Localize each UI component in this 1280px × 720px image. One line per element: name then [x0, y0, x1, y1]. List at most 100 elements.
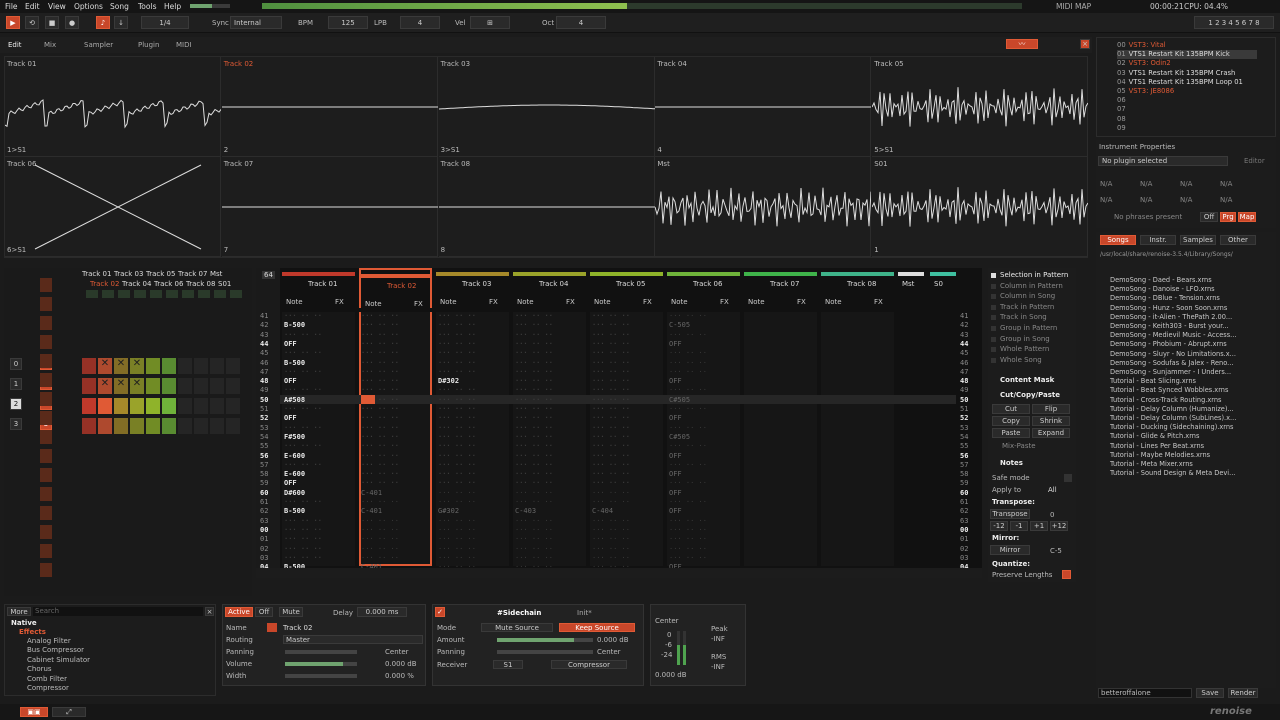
- note-cell[interactable]: OFF: [284, 377, 297, 385]
- file-item[interactable]: Tutorial - Beat Synced Wobbles.xrns: [1110, 386, 1228, 395]
- note-cell[interactable]: ··· ·· ··: [515, 452, 553, 460]
- pattern-track-header-6[interactable]: Track 06 Note FX: [667, 268, 740, 308]
- preserve-lengths-checkbox[interactable]: [1062, 570, 1071, 579]
- note-cell[interactable]: ··· ·· ··: [438, 359, 476, 367]
- matrix-slot[interactable]: [130, 398, 144, 414]
- file-item[interactable]: DemoSong - DBlue - Tension.xrns: [1110, 294, 1220, 303]
- transpose-button[interactable]: Transpose: [990, 509, 1030, 519]
- instrument-row[interactable]: 03 VTS1 Restart Kit 135BPM Crash: [1117, 69, 1257, 78]
- note-cell[interactable]: OFF: [669, 377, 682, 385]
- matrix-slot[interactable]: [226, 398, 240, 414]
- browser-tab-instr[interactable]: Instr.: [1140, 235, 1176, 245]
- status-toggle[interactable]: ▣▣: [20, 707, 48, 717]
- note-cell[interactable]: ··· ·· ··: [515, 442, 553, 450]
- pattern-column-7[interactable]: [744, 312, 817, 566]
- note-cell[interactable]: ··· ·· ··: [361, 377, 399, 385]
- matrix-slot[interactable]: [146, 418, 160, 434]
- selection-scope-option[interactable]: Track in Song: [1000, 313, 1047, 321]
- file-item[interactable]: Tutorial - Delay Column (SubLines).x...: [1110, 414, 1236, 423]
- note-cell[interactable]: ··· ·· ··: [438, 554, 476, 562]
- render-button[interactable]: Render: [1228, 688, 1258, 698]
- matrix-slot[interactable]: [210, 358, 224, 374]
- note-cell[interactable]: ··· ·· ··: [515, 545, 553, 553]
- matrix-slot[interactable]: [178, 358, 192, 374]
- selection-scope-option[interactable]: Whole Song: [1000, 356, 1042, 364]
- cut-button[interactable]: Cut: [992, 404, 1030, 414]
- note-cell[interactable]: ··· ·· ··: [592, 433, 630, 441]
- matrix-slot[interactable]: [194, 398, 208, 414]
- note-cell[interactable]: ··· ·· ··: [592, 545, 630, 553]
- mirror-button[interactable]: Mirror: [990, 545, 1030, 555]
- note-cell[interactable]: ··· ·· ··: [361, 442, 399, 450]
- note-cell[interactable]: ··· ·· ··: [592, 368, 630, 376]
- note-cell[interactable]: OFF: [669, 340, 682, 348]
- note-cell[interactable]: ··· ·· ··: [592, 498, 630, 506]
- note-cell[interactable]: ··· ·· ··: [669, 312, 707, 320]
- matrix-slot[interactable]: [98, 418, 112, 434]
- matrix-slot[interactable]: [226, 378, 240, 394]
- note-cell[interactable]: ··· ·· ··: [284, 526, 322, 534]
- master-volume-slider[interactable]: [190, 4, 230, 8]
- scope-4[interactable]: Track 04 4: [655, 57, 872, 157]
- note-cell[interactable]: ··· ·· ··: [515, 489, 553, 497]
- note-cell[interactable]: ··· ·· ··: [361, 452, 399, 460]
- matrix-slot[interactable]: [226, 418, 240, 434]
- matrix-slot[interactable]: ✕: [114, 378, 128, 394]
- note-cell[interactable]: ··· ·· ··: [592, 396, 630, 404]
- note-cell[interactable]: ··· ·· ··: [592, 517, 630, 525]
- note-cell[interactable]: OFF: [669, 470, 682, 478]
- note-cell[interactable]: C-404: [592, 507, 613, 515]
- matrix-slot[interactable]: ✕: [130, 358, 144, 374]
- layout-presets[interactable]: 1 2 3 4 5 6 7 8: [1194, 16, 1274, 29]
- matrix-slot[interactable]: [162, 418, 176, 434]
- matrix-slot[interactable]: [226, 358, 240, 374]
- close-icon[interactable]: ×: [1080, 39, 1090, 49]
- phrases-map-button[interactable]: Map: [1238, 212, 1256, 222]
- matrix-slot[interactable]: [146, 378, 160, 394]
- sequence-slot[interactable]: 0: [10, 358, 22, 370]
- note-cell[interactable]: ··· ·· ··: [361, 461, 399, 469]
- note-cell[interactable]: ··· ·· ··: [284, 535, 322, 543]
- file-item[interactable]: Tutorial - Ducking (Sidechaining).xrns: [1110, 423, 1233, 432]
- track-name-value[interactable]: Track 02: [283, 624, 312, 632]
- note-cell[interactable]: ··· ·· ··: [361, 554, 399, 562]
- tab-plugin[interactable]: Plugin: [138, 39, 159, 51]
- note-cell[interactable]: ··· ·· ··: [669, 526, 707, 534]
- note-cell[interactable]: ··· ·· ··: [515, 554, 553, 562]
- note-cell[interactable]: ··· ·· ··: [515, 396, 553, 404]
- note-cell[interactable]: ··· ·· ··: [438, 386, 476, 394]
- note-cell[interactable]: ··· ·· ··: [592, 414, 630, 422]
- instrument-row[interactable]: 04 VTS1 Restart Kit 135BPM Loop 01: [1117, 78, 1257, 87]
- note-cell[interactable]: ··· ·· ··: [284, 554, 322, 562]
- selection-scope-option[interactable]: Column in Pattern: [1000, 282, 1063, 290]
- note-cell[interactable]: ··· ·· ··: [284, 368, 322, 376]
- note-cell[interactable]: OFF: [284, 414, 297, 422]
- amount-slider[interactable]: [497, 638, 593, 642]
- pattern-line-count[interactable]: 64: [262, 271, 275, 279]
- selection-scope-option[interactable]: Whole Pattern: [1000, 345, 1049, 353]
- note-cell[interactable]: ··· ·· ··: [515, 405, 553, 413]
- mix-paste-toggle[interactable]: Mix-Paste: [1002, 442, 1036, 450]
- note-cell[interactable]: ··· ·· ··: [515, 377, 553, 385]
- note-cell[interactable]: ··· ·· ··: [592, 321, 630, 329]
- stop-button[interactable]: ■: [45, 16, 59, 29]
- pattern-track-header-5[interactable]: Track 05 Note FX: [590, 268, 663, 308]
- note-cell[interactable]: ··· ·· ··: [438, 349, 476, 357]
- selection-scope-option[interactable]: Group in Pattern: [1000, 324, 1057, 332]
- dsp-item[interactable]: Analog Filter: [27, 637, 71, 645]
- scope-2[interactable]: Track 02 2: [221, 57, 438, 157]
- note-cell[interactable]: G#302: [438, 507, 459, 515]
- note-cell[interactable]: ··· ·· ··: [515, 340, 553, 348]
- matrix-slot[interactable]: [210, 418, 224, 434]
- note-cell[interactable]: ··· ·· ··: [592, 377, 630, 385]
- note-cell[interactable]: ··· ·· ··: [361, 321, 399, 329]
- instrument-row[interactable]: 07: [1117, 105, 1257, 114]
- note-cell[interactable]: ··· ·· ··: [438, 321, 476, 329]
- note-cell[interactable]: ··· ·· ··: [515, 424, 553, 432]
- note-cell[interactable]: ··· ·· ··: [592, 442, 630, 450]
- sequence-slot[interactable]: 2: [10, 398, 22, 410]
- matrix-slot[interactable]: ✕: [130, 378, 144, 394]
- file-item[interactable]: DemoSong - Sodufas & Jalex - Reno...: [1110, 359, 1233, 368]
- flip-button[interactable]: Flip: [1032, 404, 1070, 414]
- note-cell[interactable]: ··· ·· ··: [515, 517, 553, 525]
